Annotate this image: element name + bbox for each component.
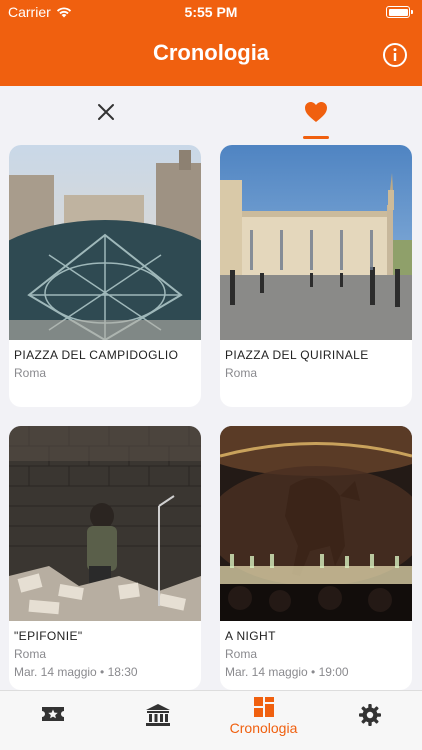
timeline-grid-icon (253, 697, 274, 717)
card-image (9, 145, 201, 340)
card-image (220, 145, 412, 340)
card-body: A NIGHT Roma Mar. 14 maggio • 19:00 (220, 621, 412, 688)
filter-bar (0, 86, 422, 140)
card-image (220, 426, 412, 621)
tab-settings[interactable] (317, 691, 422, 743)
event-card[interactable]: PIAZZA DEL CAMPIDOGLIO Roma (9, 145, 201, 407)
header: Carrier 5:55 PM Cronologia (0, 0, 422, 86)
card-title: "EPIFONIE" (14, 629, 83, 643)
card-city: Roma (14, 647, 47, 661)
tab-events[interactable] (0, 691, 105, 743)
card-title: PIAZZA DEL CAMPIDOGLIO (14, 348, 179, 362)
card-city: Roma (225, 647, 258, 661)
timeline-grid: PIAZZA DEL CAMPIDOGLIO Roma PIAZZA DEL Q… (0, 140, 422, 690)
gear-icon (358, 704, 381, 726)
close-icon[interactable] (94, 100, 118, 124)
card-body: PIAZZA DEL QUIRINALE Roma (220, 340, 412, 390)
event-card[interactable]: PIAZZA DEL QUIRINALE Roma (220, 145, 412, 407)
tab-timeline[interactable]: Cronologia (211, 691, 316, 743)
card-title: PIAZZA DEL QUIRINALE (225, 348, 369, 362)
battery-icon (386, 6, 413, 18)
page-title: Cronologia (152, 40, 270, 65)
info-icon[interactable] (382, 42, 408, 68)
heart-icon[interactable] (302, 98, 330, 126)
event-card[interactable]: A NIGHT Roma Mar. 14 maggio • 19:00 (220, 426, 412, 690)
card-date: Mar. 14 maggio • 18:30 (14, 665, 138, 679)
ticket-star-icon (41, 707, 64, 721)
event-card[interactable]: "EPIFONIE" Roma Mar. 14 maggio • 18:30 (9, 426, 201, 690)
card-title: A NIGHT (225, 629, 276, 643)
active-filter-indicator (303, 136, 329, 139)
card-body: PIAZZA DEL CAMPIDOGLIO Roma (9, 340, 201, 390)
card-image (9, 426, 201, 621)
card-body: "EPIFONIE" Roma Mar. 14 maggio • 18:30 (9, 621, 201, 688)
tab-label: Cronologia (229, 720, 298, 736)
card-city: Roma (225, 366, 258, 380)
tab-bar: Cronologia (0, 690, 422, 750)
tab-places[interactable] (105, 691, 210, 743)
status-time: 5:55 PM (184, 4, 238, 20)
card-city: Roma (14, 366, 47, 380)
card-date: Mar. 14 maggio • 19:00 (225, 665, 349, 679)
status-bar: Carrier 5:55 PM (0, 0, 422, 26)
museum-icon (145, 704, 170, 726)
